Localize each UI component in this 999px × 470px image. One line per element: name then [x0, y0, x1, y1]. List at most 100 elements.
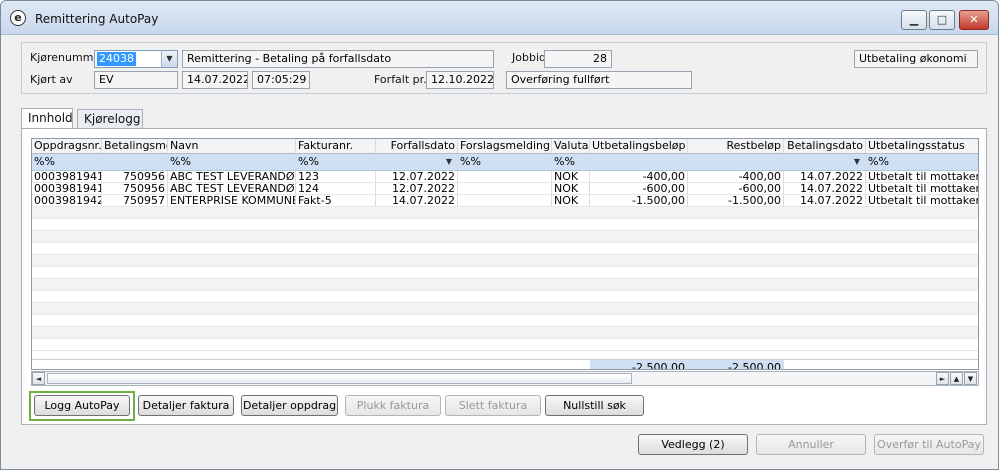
cell-betalingsdato: 14.07.2022: [784, 183, 866, 194]
cell-navn: ABC TEST LEVERANDØR: [170, 171, 296, 182]
title-bar: e Remittering AutoPay ▁ □ ✕: [1, 1, 998, 35]
cell-fakturanr: Fakt-5: [296, 195, 376, 206]
table-row[interactable]: 0003981941 750956 ABC TEST LEVERANDØR 12…: [32, 171, 978, 183]
filter-utbetalingsstatus[interactable]: %%: [866, 154, 978, 170]
col-header-restbelop[interactable]: Restbeløp: [688, 139, 784, 153]
cell-utbetalingsbelop: -1.500,00: [590, 195, 688, 206]
chevron-down-icon[interactable]: ▼: [161, 51, 177, 67]
col-header-betalingsmott[interactable]: Betalingsmott: [102, 139, 168, 153]
filter-oppdragsnr[interactable]: %%: [32, 154, 102, 170]
category-field: Utbetaling økonomi: [854, 50, 978, 68]
cell-utbetalingsbelop: -400,00: [590, 171, 688, 182]
horizontal-scrollbar[interactable]: ◄ ► ▲ ▼: [31, 371, 979, 386]
logg-autopay-button[interactable]: Logg AutoPay: [34, 395, 130, 416]
scroll-up-icon[interactable]: ▲: [950, 372, 963, 385]
cell-betalingsdato: 14.07.2022: [784, 171, 866, 182]
kjorenummer-value: 24038: [97, 52, 136, 66]
col-header-forfallsdato[interactable]: Forfallsdato: [376, 139, 458, 153]
empty-row: [32, 267, 978, 279]
empty-row: [32, 339, 978, 351]
cell-valuta: NOK: [552, 195, 590, 206]
cell-forfallsdato: 14.07.2022: [376, 195, 458, 206]
empty-row: [32, 303, 978, 315]
close-button[interactable]: ✕: [959, 10, 989, 30]
cell-valuta: NOK: [552, 171, 590, 182]
col-header-oppdragsnr[interactable]: Oppdragsnr.: [32, 139, 102, 153]
filter-forfallsdato[interactable]: ▼: [376, 154, 458, 170]
table-row[interactable]: 0003981942 750957 ENTERPRISE KOMMUNE Fak…: [32, 195, 978, 207]
kjort-av-field: EV: [94, 71, 178, 89]
run-date-field: 14.07.2022: [182, 71, 248, 89]
empty-row: [32, 231, 978, 243]
filter-valuta[interactable]: %%: [552, 154, 590, 170]
total-utbetalingsbelop: -2.500,00: [590, 360, 688, 369]
scroll-thumb[interactable]: [47, 373, 632, 384]
annuller-button[interactable]: Annuller: [756, 434, 866, 455]
total-restbelop: -2.500,00: [688, 360, 784, 369]
kjorenummer-combo[interactable]: 24038 ▼: [94, 50, 178, 68]
totals-row: -2.500,00 -2.500,00: [32, 359, 978, 369]
remittance-grid: Oppdragsnr. Betalingsmott Navn Fakturanr…: [31, 138, 979, 370]
col-header-forslagsmelding[interactable]: Forslagsmelding: [458, 139, 552, 153]
tab-innhold[interactable]: Innhold: [21, 108, 73, 130]
detaljer-oppdrag-button[interactable]: Detaljer oppdrag: [241, 395, 338, 416]
maximize-button[interactable]: □: [929, 10, 955, 30]
innhold-panel: Oppdragsnr. Betalingsmott Navn Fakturanr…: [21, 128, 987, 425]
cell-oppdragsnr: 0003981941: [34, 171, 102, 182]
cell-betalingsdato: 14.07.2022: [784, 195, 866, 206]
nullstill-sok-button[interactable]: Nullstill søk: [545, 395, 644, 416]
filter-dropdown-icon[interactable]: ▼: [443, 156, 455, 168]
tab-kjorelogg[interactable]: Kjørelogg: [77, 109, 143, 129]
cell-restbelop: -400,00: [688, 171, 784, 182]
detaljer-faktura-button[interactable]: Detaljer faktura: [138, 395, 234, 416]
cell-utbetalingsbelop: -600,00: [590, 183, 688, 194]
empty-row: [32, 327, 978, 339]
window-title: Remittering AutoPay: [35, 12, 159, 26]
cell-fakturanr: 124: [296, 183, 376, 194]
col-header-navn[interactable]: Navn: [168, 139, 296, 153]
filter-restbelop[interactable]: [688, 154, 784, 170]
filter-betalingsdato[interactable]: ▼: [784, 154, 866, 170]
overfor-autopay-button[interactable]: Overfør til AutoPay: [874, 434, 984, 455]
scroll-right-icon[interactable]: ►: [936, 372, 949, 385]
col-header-fakturanr[interactable]: Fakturanr.: [296, 139, 376, 153]
cell-forslagsmelding: [458, 171, 552, 182]
cell-forslagsmelding: [458, 183, 552, 194]
col-header-betalingsdato[interactable]: Betalingsdato: [784, 139, 866, 153]
filter-fakturanr[interactable]: %%: [296, 154, 376, 170]
cell-valuta: NOK: [552, 183, 590, 194]
col-header-utbetalingsstatus[interactable]: Utbetalingsstatus: [866, 139, 978, 153]
empty-row: [32, 315, 978, 327]
run-header-panel: Kjørenummer 24038 ▼ Remittering - Betali…: [21, 42, 987, 94]
slett-faktura-button[interactable]: Slett faktura: [445, 395, 541, 416]
filter-utbetalingsbelop[interactable]: [590, 154, 688, 170]
cell-forfallsdato: 12.07.2022: [376, 183, 458, 194]
cell-oppdragsnr: 0003981942: [34, 195, 102, 206]
filter-dropdown-icon[interactable]: ▼: [851, 156, 863, 168]
cell-restbelop: -1.500,00: [688, 195, 784, 206]
grid-filter-row: %% %% %% ▼ %% %% ▼ %%: [32, 154, 978, 171]
cell-navn: ENTERPRISE KOMMUNE: [170, 195, 296, 206]
filter-betalingsmott[interactable]: [102, 154, 168, 170]
cell-fakturanr: 123: [296, 171, 376, 182]
cell-forslagsmelding: [458, 195, 552, 206]
table-row[interactable]: 0003981941 750956 ABC TEST LEVERANDØR 12…: [32, 183, 978, 195]
scroll-down-icon[interactable]: ▼: [964, 372, 977, 385]
kjort-av-label: Kjørt av: [30, 73, 73, 86]
col-header-utbetalingsbelop[interactable]: Utbetalingsbeløp: [590, 139, 688, 153]
filter-forslagsmelding[interactable]: %%: [458, 154, 552, 170]
filter-navn[interactable]: %%: [168, 154, 296, 170]
empty-row: [32, 291, 978, 303]
vedlegg-button[interactable]: Vedlegg (2): [638, 434, 748, 455]
plukk-faktura-button[interactable]: Plukk faktura: [345, 395, 441, 416]
minimize-button[interactable]: ▁: [901, 10, 927, 30]
run-time-field: 07:05:29: [252, 71, 310, 89]
col-header-valuta[interactable]: Valuta: [552, 139, 590, 153]
empty-row: [32, 279, 978, 291]
cell-betalingsmott: 750957: [102, 195, 168, 206]
grid-header-row: Oppdragsnr. Betalingsmott Navn Fakturanr…: [32, 139, 978, 154]
run-description-field: Remittering - Betaling på forfallsdato: [182, 50, 494, 68]
scroll-left-icon[interactable]: ◄: [32, 372, 45, 385]
app-logo-icon: e: [10, 10, 26, 26]
jobbid-field: 28: [544, 50, 612, 68]
